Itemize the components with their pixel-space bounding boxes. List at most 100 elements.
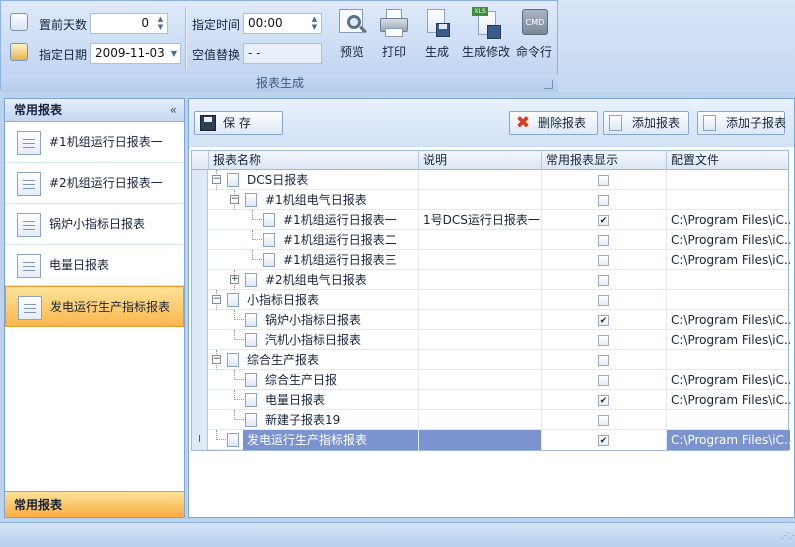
cell-config-file[interactable] <box>667 190 790 210</box>
column-header-favorite[interactable]: 常用报表显示 <box>542 151 667 170</box>
row-indicator[interactable] <box>192 330 208 350</box>
cell-description[interactable] <box>419 250 542 270</box>
cell-description[interactable]: 1号DCS运行日报表一 <box>419 210 542 230</box>
chevron-down-icon[interactable]: ▼ <box>171 44 177 63</box>
cell-description[interactable] <box>419 350 542 370</box>
delete-report-button[interactable]: ✖ 删除报表 <box>509 111 598 135</box>
cell-report-name[interactable]: 新建子报表19 <box>261 410 419 430</box>
generate-modify-button[interactable]: XLS 生成修改 <box>460 7 512 67</box>
cell-report-name[interactable]: #1机组运行日报表二 <box>279 230 419 250</box>
column-header-name[interactable]: 报表名称 <box>209 151 419 170</box>
table-row[interactable]: 综合生产日报 C:\Program Files\iC... <box>192 370 790 390</box>
cell-config-file[interactable] <box>667 270 790 290</box>
save-button[interactable]: 保 存 <box>194 111 283 135</box>
favorite-report-item[interactable]: 锅炉小指标日报表 <box>5 204 184 245</box>
generate-button[interactable]: 生成 <box>420 7 454 67</box>
favorite-checkbox[interactable] <box>598 335 609 346</box>
favorite-checkbox[interactable] <box>598 415 609 426</box>
favorite-checkbox[interactable] <box>598 175 609 186</box>
collapse-minus-icon[interactable]: − <box>212 295 221 304</box>
cell-config-file[interactable] <box>667 350 790 370</box>
time-input[interactable]: 00:00 ▲ ▼ <box>243 13 322 34</box>
cell-config-file[interactable] <box>667 170 790 190</box>
cell-description[interactable] <box>419 310 542 330</box>
add-report-button[interactable]: 添加报表 <box>603 111 689 135</box>
cell-config-file[interactable] <box>667 290 790 310</box>
favorite-checkbox[interactable] <box>598 255 609 266</box>
date-picker[interactable]: 2009-11-03 ▼ <box>90 43 181 64</box>
row-indicator[interactable] <box>192 290 208 310</box>
cell-description[interactable] <box>419 430 542 450</box>
cell-report-name[interactable]: DCS日报表 <box>243 170 419 190</box>
favorite-checkbox[interactable]: ✔ <box>598 215 609 226</box>
dialog-launcher-icon[interactable] <box>544 80 553 89</box>
cell-report-name[interactable]: 汽机小指标日报表 <box>261 330 419 350</box>
cell-config-file[interactable]: C:\Program Files\iC... <box>667 310 790 330</box>
expand-plus-icon[interactable]: + <box>230 275 239 284</box>
favorite-checkbox[interactable]: ✔ <box>598 315 609 326</box>
cell-config-file[interactable]: C:\Program Files\iC... <box>667 330 790 350</box>
table-row[interactable]: − 综合生产报表 <box>192 350 788 370</box>
row-indicator[interactable] <box>192 310 208 330</box>
cell-config-file[interactable]: C:\Program Files\iC... <box>667 390 790 410</box>
cell-description[interactable] <box>419 230 542 250</box>
cell-config-file[interactable]: C:\Program Files\iC... <box>667 370 790 390</box>
favorite-checkbox[interactable] <box>598 375 609 386</box>
table-row[interactable]: − DCS日报表 <box>192 170 788 190</box>
spin-arrows-icon[interactable]: ▲ ▼ <box>155 15 166 32</box>
print-button[interactable]: 打印 <box>377 7 411 67</box>
row-indicator[interactable] <box>192 230 208 250</box>
row-indicator[interactable] <box>192 170 208 190</box>
cell-config-file[interactable]: C:\Program Files\iC... <box>667 430 790 450</box>
row-indicator[interactable] <box>192 390 208 410</box>
row-indicator[interactable]: I <box>192 430 208 450</box>
cell-description[interactable] <box>419 330 542 350</box>
cell-description[interactable] <box>419 390 542 410</box>
add-child-report-button[interactable]: 添加子报表 <box>697 111 786 135</box>
cell-report-name[interactable]: #1机组运行日报表三 <box>279 250 419 270</box>
cell-description[interactable] <box>419 410 542 430</box>
favorite-report-item[interactable]: #1机组运行日报表一 <box>5 122 184 163</box>
cell-report-name[interactable]: #2机组电气日报表 <box>261 270 419 290</box>
table-row[interactable]: − #1机组电气日报表 <box>192 190 788 210</box>
days-input[interactable]: 0 ▲ ▼ <box>90 13 168 34</box>
collapse-minus-icon[interactable]: − <box>212 355 221 364</box>
favorite-checkbox[interactable] <box>598 235 609 246</box>
cell-description[interactable] <box>419 290 542 310</box>
cell-config-file[interactable]: C:\Program Files\iC... <box>667 250 790 270</box>
cell-config-file[interactable] <box>667 410 790 430</box>
preview-button[interactable]: 预览 <box>334 7 370 67</box>
favorite-checkbox[interactable] <box>598 295 609 306</box>
column-header-config[interactable]: 配置文件 <box>667 151 790 170</box>
favorite-report-item[interactable]: 电量日报表 <box>5 245 184 286</box>
table-row[interactable]: #1机组运行日报表三 C:\Program Files\iC... <box>192 250 790 270</box>
favorite-checkbox[interactable] <box>598 275 609 286</box>
null-replace-input[interactable]: - - <box>243 43 322 64</box>
table-row[interactable]: #1机组运行日报表一 1号DCS运行日报表一 ✔ C:\Program Files\i… <box>192 210 790 230</box>
cell-report-name[interactable]: #1机组电气日报表 <box>261 190 419 210</box>
spin-arrows-icon[interactable]: ▲ ▼ <box>309 15 320 32</box>
collapse-minus-icon[interactable]: − <box>230 195 239 204</box>
table-row[interactable]: 电量日报表 ✔ C:\Program Files\iC... <box>192 390 790 410</box>
collapse-icon[interactable]: « <box>170 99 177 122</box>
cell-report-name[interactable]: 发电运行生产指标报表 <box>243 430 419 450</box>
favorite-checkbox[interactable] <box>598 195 609 206</box>
cell-report-name[interactable]: 综合生产日报 <box>261 370 419 390</box>
cell-config-file[interactable]: C:\Program Files\iC... <box>667 210 790 230</box>
cell-description[interactable] <box>419 190 542 210</box>
favorite-checkbox[interactable] <box>598 355 609 366</box>
cell-report-name[interactable]: 综合生产报表 <box>243 350 419 370</box>
collapse-minus-icon[interactable]: − <box>212 175 221 184</box>
cell-report-name[interactable]: #1机组运行日报表一 <box>279 210 419 230</box>
cell-description[interactable] <box>419 270 542 290</box>
cell-report-name[interactable]: 电量日报表 <box>261 390 419 410</box>
table-row[interactable]: 汽机小指标日报表 C:\Program Files\iC... <box>192 330 790 350</box>
favorite-checkbox[interactable]: ✔ <box>598 395 609 406</box>
row-indicator[interactable] <box>192 270 208 290</box>
table-row[interactable]: #1机组运行日报表二 C:\Program Files\iC... <box>192 230 790 250</box>
row-indicator[interactable] <box>192 350 208 370</box>
table-row[interactable]: 新建子报表19 <box>192 410 788 430</box>
cmd-button[interactable]: CMD 命令行 <box>515 7 553 67</box>
favorites-footer-tab[interactable]: 常用报表 <box>5 491 184 517</box>
favorite-checkbox[interactable]: ✔ <box>598 435 609 446</box>
